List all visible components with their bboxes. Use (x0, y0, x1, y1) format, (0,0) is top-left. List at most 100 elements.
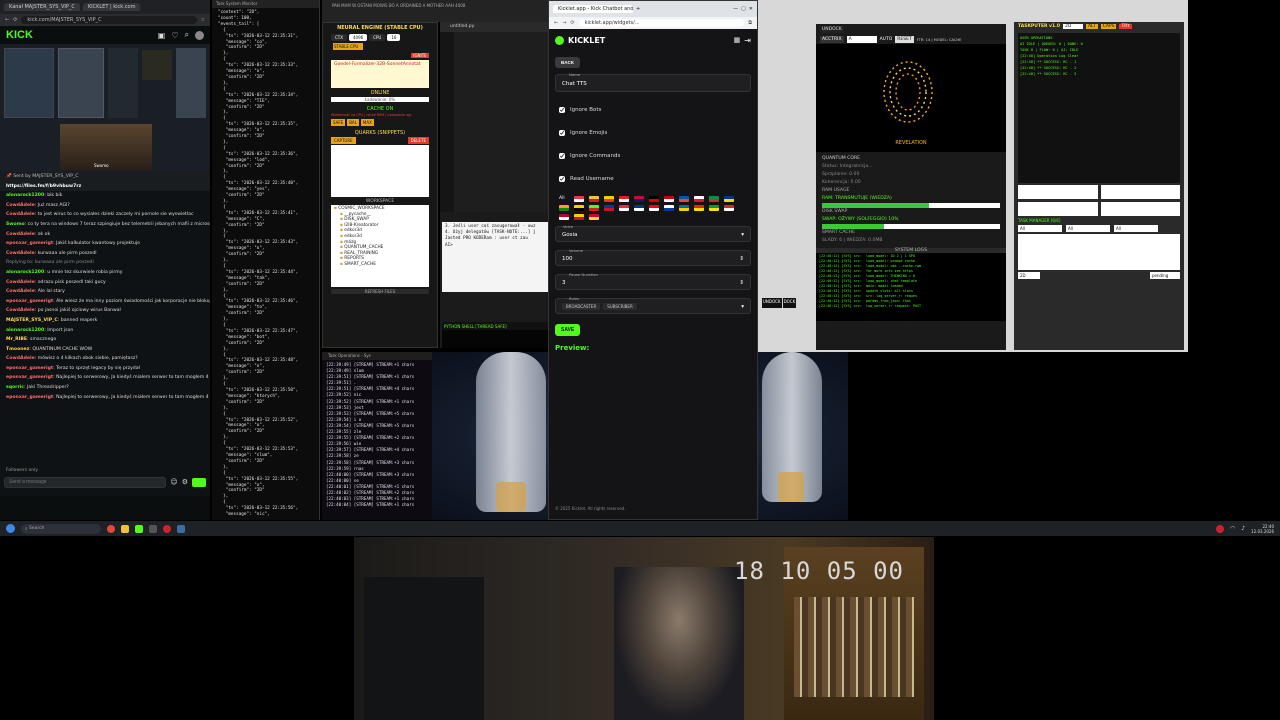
stepper-icon[interactable]: ⇕ (739, 256, 744, 262)
chat-username[interactable]: alonarock1200 (6, 328, 44, 333)
language-flag-icon[interactable] (634, 196, 644, 202)
dock-button[interactable]: DOCK (782, 298, 797, 308)
chat-username[interactable]: Swomo (6, 222, 25, 227)
chat-username[interactable]: eponxar_gamerigt (6, 395, 53, 400)
chat-username[interactable]: sqorric (6, 385, 24, 390)
language-flag-icon[interactable] (574, 214, 584, 220)
chat-username[interactable]: alonarock1200 (6, 270, 44, 275)
undock-button-2[interactable]: UNDOCK (762, 298, 782, 308)
kicklet-url-field[interactable]: kicklet.app/widgets/... (578, 19, 745, 27)
roles-select[interactable]: BROADCASTER SUBSCRIBER ▾ (555, 298, 751, 314)
language-flag-icon[interactable] (604, 196, 614, 202)
language-flag-icon[interactable] (574, 196, 584, 202)
language-flag-icon[interactable] (649, 196, 659, 202)
language-flag-icon[interactable] (709, 205, 719, 211)
chat-username[interactable]: Mr_RIBE (6, 337, 27, 342)
app-kick-icon[interactable] (135, 524, 143, 533)
chat-username[interactable]: CowdAdele (6, 251, 35, 256)
chip-try[interactable]: TRY (1119, 24, 1132, 29)
actrix-field[interactable]: A (846, 36, 877, 43)
task-list[interactable] (1018, 234, 1180, 270)
chat-username[interactable]: eponxar_gamerigt (6, 366, 53, 371)
chat-username[interactable]: CowdAdele (6, 280, 35, 285)
settings-icon[interactable]: ⚙ (182, 478, 188, 486)
chat-username[interactable]: alonarock1200 (6, 193, 44, 198)
language-flag-icon[interactable] (589, 214, 599, 220)
chat-username[interactable]: CowdAdele (6, 232, 35, 237)
chat-username[interactable]: eponxar_gamerigt (6, 299, 53, 304)
maximize-icon[interactable]: ▢ (741, 6, 746, 12)
tts-option-checkbox[interactable] (559, 129, 565, 136)
chip-alt[interactable]: ALT (1085, 24, 1098, 29)
quarks-list[interactable] (331, 145, 429, 197)
language-flag-icon[interactable] (589, 196, 599, 202)
star-icon[interactable]: ☆ (201, 17, 205, 23)
back-button[interactable]: BACK (555, 57, 580, 68)
language-flag-icon[interactable] (679, 205, 689, 211)
tp-box-3[interactable] (1018, 202, 1098, 216)
tp-box-2[interactable] (1100, 185, 1180, 199)
back-icon[interactable]: ← (554, 20, 558, 26)
reload-icon[interactable]: ⟳ (13, 17, 17, 23)
name-input[interactable]: Chat TTS (555, 74, 751, 92)
chip-cpu-value[interactable]: 16 (387, 34, 401, 41)
chat-username[interactable]: MAJSTER_SYS_VIP_C (6, 318, 58, 323)
avatar[interactable] (195, 30, 204, 40)
editor-tab[interactable]: untitled.py (440, 22, 548, 32)
role-broadcaster[interactable]: BROADCASTER (562, 303, 601, 310)
language-flag-icon[interactable] (559, 205, 569, 211)
close-icon[interactable]: ✕ (749, 6, 753, 12)
reset-button[interactable]: RESET (895, 36, 914, 43)
chat-username[interactable]: CowdAdele (6, 356, 35, 361)
chat-username[interactable]: CowdAdele (6, 212, 35, 217)
chat-username[interactable]: CowdAdele (6, 289, 35, 294)
voice-select[interactable]: Gosia ▾ (555, 226, 751, 242)
app-folder-icon[interactable] (121, 524, 129, 533)
extensions-icon[interactable]: ⧉ (748, 20, 752, 26)
tp-box-4[interactable] (1100, 202, 1180, 216)
chat-username[interactable]: eponxar_gamerigt (6, 241, 53, 246)
capture-button[interactable]: CAPTURE (331, 137, 356, 144)
tts-option[interactable]: Ignore Emojis (555, 121, 751, 144)
language-flag-icon[interactable] (664, 205, 674, 211)
volume-input[interactable]: 100 ⇕ (555, 250, 751, 266)
model-name-field[interactable]: Goedel-Formalizer-32B-SonnetAnnotat (331, 60, 429, 88)
filter-1[interactable]: All (1018, 225, 1062, 232)
filter-3[interactable]: All (1114, 225, 1158, 232)
delete-button[interactable]: DELETE (407, 137, 429, 144)
send-chat-button[interactable] (192, 477, 206, 487)
tts-option-checkbox[interactable] (559, 175, 565, 182)
chat-username[interactable]: CowdAdele (6, 308, 35, 313)
language-flag-icon[interactable] (619, 196, 629, 202)
chat-username[interactable]: eponxar_gamerigt (6, 375, 53, 380)
tab-kick-channel[interactable]: Kanał MAJSTER_SYS_VIP_C (4, 3, 80, 11)
flag-all[interactable]: All (559, 196, 569, 202)
heart-icon[interactable]: ♡ (171, 31, 178, 40)
language-flag-icon[interactable] (724, 196, 734, 202)
workspace-tree-item[interactable]: ▪ SMART_CACHE (334, 262, 426, 268)
taskputer-field[interactable]: 2D (1062, 24, 1083, 29)
tts-option[interactable]: Ignore Commands (555, 144, 751, 167)
language-flag-icon[interactable] (589, 205, 599, 211)
refresh-files-button[interactable]: REFRESH FILES (331, 289, 429, 294)
minimize-icon[interactable]: — (733, 6, 738, 12)
language-flag-icon[interactable] (619, 205, 629, 211)
language-flag-icon[interactable] (709, 196, 719, 202)
chat-username[interactable]: Tmoonez (6, 347, 29, 352)
forward-icon[interactable]: → (562, 20, 566, 26)
reload-icon[interactable]: ⟳ (570, 20, 574, 26)
stream-preview[interactable]: Swomo (0, 44, 210, 172)
taskbar-search[interactable]: ⌕ Search (21, 523, 101, 534)
logout-icon[interactable]: ⇥ (744, 36, 751, 45)
tp-box-1[interactable] (1018, 185, 1098, 199)
start-icon[interactable] (6, 524, 15, 533)
tts-option-checkbox[interactable] (559, 106, 565, 113)
chip-caps[interactable]: CAPS (1100, 24, 1117, 29)
kick-logo[interactable]: KICK (6, 29, 33, 41)
editor-code-area[interactable] (454, 32, 548, 212)
auto-toggle[interactable]: AUTO (880, 37, 893, 42)
language-flag-icon[interactable] (679, 196, 689, 202)
language-flag-icon[interactable] (724, 205, 734, 211)
language-flag-icon[interactable]: ▦ (734, 36, 741, 44)
language-flag-icon[interactable] (694, 196, 704, 202)
